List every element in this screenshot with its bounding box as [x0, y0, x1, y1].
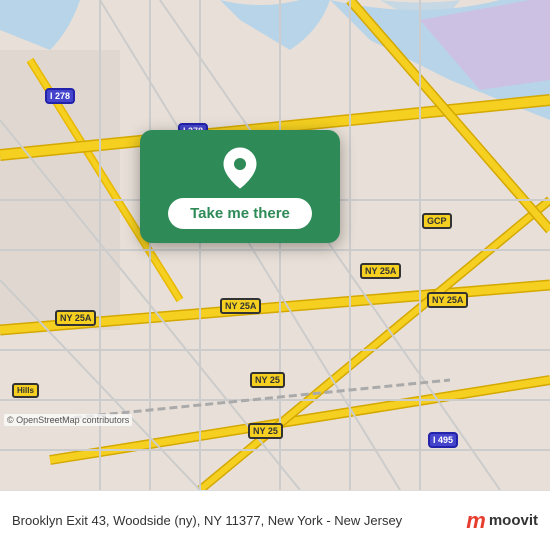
- map-view: I 278 I 278 NY 25A NY 25A NY 25A NY 25 N…: [0, 0, 550, 490]
- shield-hills: Hills: [12, 383, 39, 398]
- shield-ny25a-center: NY 25A: [220, 298, 261, 314]
- shield-ny25a-left: NY 25A: [55, 310, 96, 326]
- take-me-there-button[interactable]: Take me there: [168, 198, 312, 229]
- location-pin-icon: [218, 146, 262, 190]
- shield-i278-left: I 278: [45, 88, 75, 104]
- shield-ny25-center: NY 25: [250, 372, 285, 388]
- moovit-logo: m moovit: [466, 508, 538, 534]
- moovit-m-letter: m: [466, 508, 486, 534]
- action-card: Take me there: [140, 130, 340, 243]
- shield-ny25-bottom: NY 25: [248, 423, 283, 439]
- bottom-bar: Brooklyn Exit 43, Woodside (ny), NY 1137…: [0, 490, 550, 550]
- map-attribution: © OpenStreetMap contributors: [4, 414, 132, 426]
- moovit-word: moovit: [489, 512, 538, 529]
- shield-ny25a-far-right: NY 25A: [427, 292, 468, 308]
- address-text: Brooklyn Exit 43, Woodside (ny), NY 1137…: [12, 513, 466, 528]
- shield-ny25a-right: NY 25A: [360, 263, 401, 279]
- shield-i495: I 495: [428, 432, 458, 448]
- shield-gcp: GCP: [422, 213, 452, 229]
